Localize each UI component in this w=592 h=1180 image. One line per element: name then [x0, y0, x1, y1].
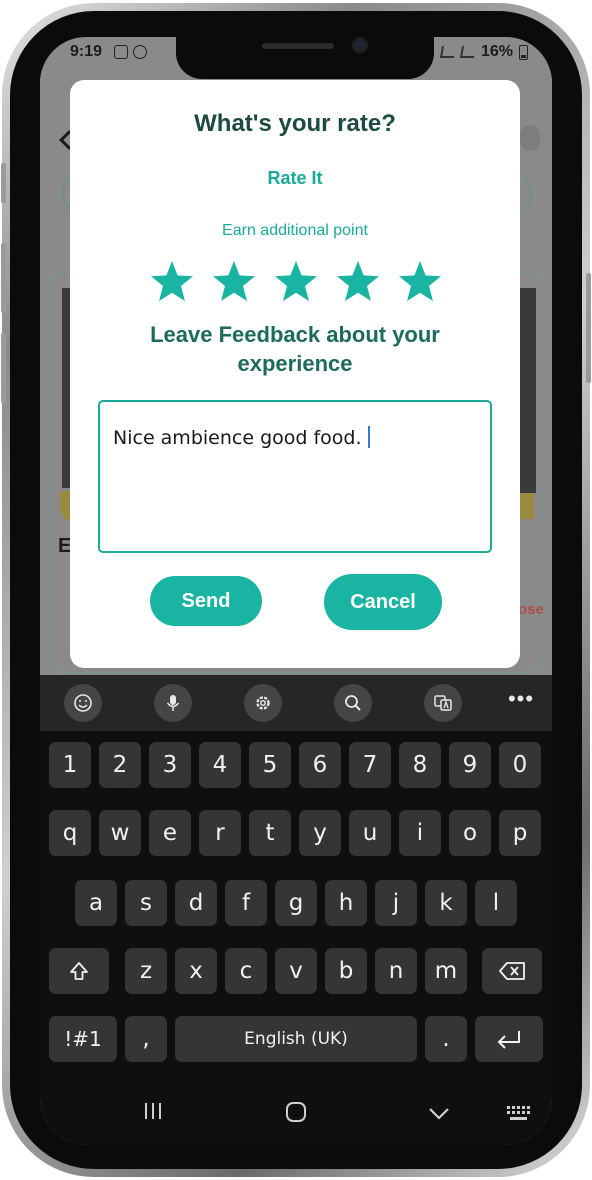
notch [176, 37, 434, 79]
text-cursor [367, 426, 370, 448]
home-icon[interactable] [285, 1101, 307, 1129]
key-p[interactable]: p [499, 810, 541, 856]
key-t[interactable]: t [249, 810, 291, 856]
navigation-bar [40, 1085, 552, 1145]
key-3[interactable]: 3 [149, 742, 191, 788]
status-time: 9:19 [70, 43, 103, 60]
key-m[interactable]: m [425, 948, 467, 994]
key-f[interactable]: f [225, 880, 267, 926]
enter-key[interactable] [475, 1016, 543, 1062]
key-4[interactable]: 4 [199, 742, 241, 788]
background-link: ose [518, 601, 544, 618]
key-q[interactable]: q [49, 810, 91, 856]
key-l[interactable]: l [475, 880, 517, 926]
power-button [586, 273, 591, 383]
star-icon[interactable] [334, 258, 382, 306]
notification-icon [114, 45, 128, 59]
period-key[interactable]: . [425, 1016, 467, 1062]
key-x[interactable]: x [175, 948, 217, 994]
key-i[interactable]: i [399, 810, 441, 856]
key-n[interactable]: n [375, 948, 417, 994]
key-y[interactable]: y [299, 810, 341, 856]
key-0[interactable]: 0 [499, 742, 541, 788]
signal-icon [439, 46, 457, 58]
keyboard: ••• 1234567890 qwertyuiop asdfghjkl zxcvbnm… [40, 675, 552, 1145]
key-c[interactable]: c [225, 948, 267, 994]
key-j[interactable]: j [375, 880, 417, 926]
battery-percent: 16% [480, 43, 513, 60]
volume-down-button [1, 333, 6, 403]
key-8[interactable]: 8 [399, 742, 441, 788]
space-key[interactable]: English (UK) [175, 1016, 417, 1062]
star-icon[interactable] [396, 258, 444, 306]
key-6[interactable]: 6 [299, 742, 341, 788]
microphone-icon[interactable] [154, 684, 192, 722]
feedback-heading: Leave Feedback about your experience [70, 320, 520, 378]
feedback-textarea[interactable]: Nice ambience good food. [98, 400, 492, 553]
key-w[interactable]: w [99, 810, 141, 856]
key-g[interactable]: g [275, 880, 317, 926]
earn-points-label: Earn additional point [222, 222, 368, 239]
key-7[interactable]: 7 [349, 742, 391, 788]
front-camera [352, 37, 368, 53]
screen: E ose 9:19 16% What's your rate? Rate It… [40, 37, 552, 1145]
volume-up-button [1, 243, 6, 313]
key-a[interactable]: a [75, 880, 117, 926]
side-button [1, 163, 6, 203]
feedback-heading-line: Leave Feedback about your [150, 322, 440, 347]
key-b[interactable]: b [325, 948, 367, 994]
key-5[interactable]: 5 [249, 742, 291, 788]
key-h[interactable]: h [325, 880, 367, 926]
status-right: 16% [439, 43, 528, 61]
key-2[interactable]: 2 [99, 742, 141, 788]
keyboard-toolbar: ••• [40, 675, 552, 731]
comma-key[interactable]: , [125, 1016, 167, 1062]
speaker [262, 43, 334, 49]
feedback-value: Nice ambience good food. [113, 427, 362, 449]
battery-icon [519, 44, 528, 60]
feedback-text: Nice ambience good food. [113, 426, 370, 449]
gear-icon[interactable] [244, 684, 282, 722]
keyboard-switch-icon[interactable] [506, 1103, 532, 1129]
rate-it-label: Rate It [267, 168, 323, 188]
symbols-key[interactable]: !#1 [49, 1016, 117, 1062]
send-button[interactable]: Send [150, 576, 262, 626]
key-z[interactable]: z [125, 948, 167, 994]
key-v[interactable]: v [275, 948, 317, 994]
recent-apps-icon[interactable] [142, 1101, 164, 1127]
feedback-heading-line: experience [237, 351, 353, 376]
backspace-key[interactable] [482, 948, 542, 994]
key-o[interactable]: o [449, 810, 491, 856]
more-icon[interactable]: ••• [502, 684, 540, 722]
star-icon[interactable] [272, 258, 320, 306]
dialog-title: What's your rate? [194, 110, 396, 137]
rating-dialog: What's your rate? Rate It Earn additiona… [70, 80, 520, 668]
signal-icon [459, 46, 477, 58]
key-r[interactable]: r [199, 810, 241, 856]
translate-icon[interactable] [424, 684, 462, 722]
key-e[interactable]: e [149, 810, 191, 856]
whatsapp-icon [133, 45, 147, 59]
search-icon[interactable] [334, 684, 372, 722]
cancel-button[interactable]: Cancel [324, 574, 442, 630]
star-icon[interactable] [148, 258, 196, 306]
key-1[interactable]: 1 [49, 742, 91, 788]
key-u[interactable]: u [349, 810, 391, 856]
key-d[interactable]: d [175, 880, 217, 926]
shift-key[interactable] [49, 948, 109, 994]
key-9[interactable]: 9 [449, 742, 491, 788]
background-button [520, 125, 540, 151]
star-rating[interactable] [148, 258, 444, 306]
star-icon[interactable] [210, 258, 258, 306]
key-s[interactable]: s [125, 880, 167, 926]
hide-keyboard-icon[interactable] [428, 1101, 450, 1127]
key-k[interactable]: k [425, 880, 467, 926]
emoji-icon[interactable] [64, 684, 102, 722]
